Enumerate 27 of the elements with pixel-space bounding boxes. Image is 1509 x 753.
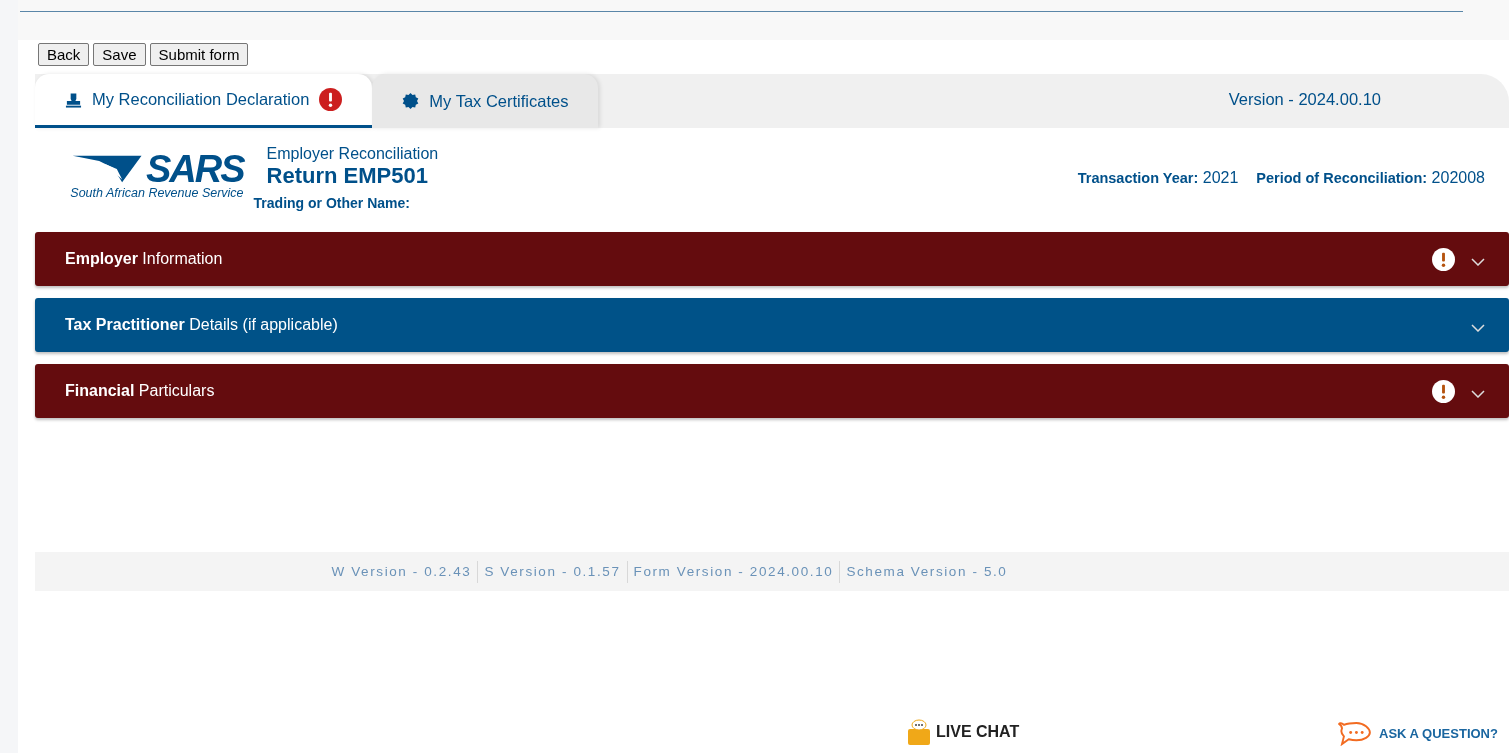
sars-logo: SARS South African Revenue Service <box>70 152 244 200</box>
trading-name-label: Trading or Other Name: <box>253 195 411 211</box>
section-header[interactable]: Financial Particulars <box>35 364 1509 418</box>
tab[interactable]: My Tax Certificates <box>372 74 599 128</box>
toolbar-button[interactable]: Back <box>38 43 90 66</box>
version-info: Schema Version - 5.0 <box>846 564 1008 579</box>
toolbar-button[interactable]: Save <box>93 43 146 66</box>
tab-label: My Tax Certificates <box>429 91 569 111</box>
form-title: Return EMP501 <box>266 163 429 189</box>
speech-bubble-icon <box>1338 721 1371 746</box>
version-info: W Version - 0.2.43 <box>331 564 472 579</box>
form-subtitle: Employer Reconciliation <box>266 145 439 163</box>
ask-question-link[interactable]: ASK A QUESTION? <box>1338 721 1498 746</box>
tab[interactable]: My Reconciliation Declaration <box>35 74 373 128</box>
section-header[interactable]: Employer Information <box>35 232 1509 286</box>
version-info: Form Version - 2024.00.10 <box>633 564 834 579</box>
chat-bubble-icon <box>907 719 931 745</box>
toolbar-button[interactable]: Submit form <box>149 43 249 66</box>
stamp-icon <box>65 91 82 108</box>
transaction-year: Transaction Year: 2021 <box>1077 169 1239 187</box>
version-label: Version - 2024.00.10 <box>1228 89 1381 109</box>
section-header[interactable]: Tax Practitioner Details (if applicable) <box>35 298 1509 352</box>
seal-icon <box>402 93 420 109</box>
tab-label: My Reconciliation Declaration <box>92 90 310 109</box>
period-of-reconciliation: Period of Reconciliation: 202008 <box>1256 169 1485 187</box>
live-chat-link[interactable]: LIVE CHAT <box>907 719 1020 745</box>
version-info: S Version - 0.1.57 <box>484 564 621 579</box>
